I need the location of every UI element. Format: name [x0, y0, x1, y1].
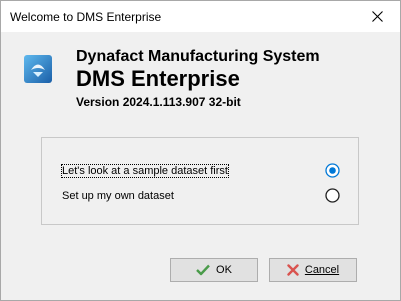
close-icon — [371, 11, 383, 22]
dialog-window: Welcome to DMS Enterprise Dynafact Manuf… — [0, 0, 401, 301]
option-label: Set up my own dataset — [62, 190, 174, 202]
product-name: DMS Enterprise — [76, 66, 240, 91]
window-title: Welcome to DMS Enterprise — [10, 9, 162, 24]
checkmark-icon — [196, 264, 210, 276]
option-own-dataset[interactable]: Set up my own dataset — [42, 187, 358, 207]
close-button[interactable] — [354, 1, 400, 32]
dms-logo-icon — [24, 55, 52, 83]
radio-selected-icon[interactable] — [325, 163, 340, 178]
dataset-options-group: Let's look at a sample dataset first Set… — [41, 137, 359, 225]
cancel-button[interactable]: Cancel — [269, 258, 357, 282]
title-bar: Welcome to DMS Enterprise — [1, 1, 400, 32]
product-header: Dynafact Manufacturing System DMS Enterp… — [21, 46, 391, 116]
ok-button[interactable]: OK — [170, 258, 258, 282]
cancel-label: Cancel — [304, 264, 340, 276]
cancel-x-icon — [287, 264, 299, 276]
version-label: Version 2024.1.113.907 32-bit — [76, 95, 241, 109]
ok-label: OK — [216, 264, 232, 276]
company-name: Dynafact Manufacturing System — [76, 48, 320, 65]
option-label: Let's look at a sample dataset first — [61, 164, 229, 178]
option-sample-dataset[interactable]: Let's look at a sample dataset first — [42, 162, 358, 182]
radio-unselected-icon[interactable] — [325, 188, 340, 203]
